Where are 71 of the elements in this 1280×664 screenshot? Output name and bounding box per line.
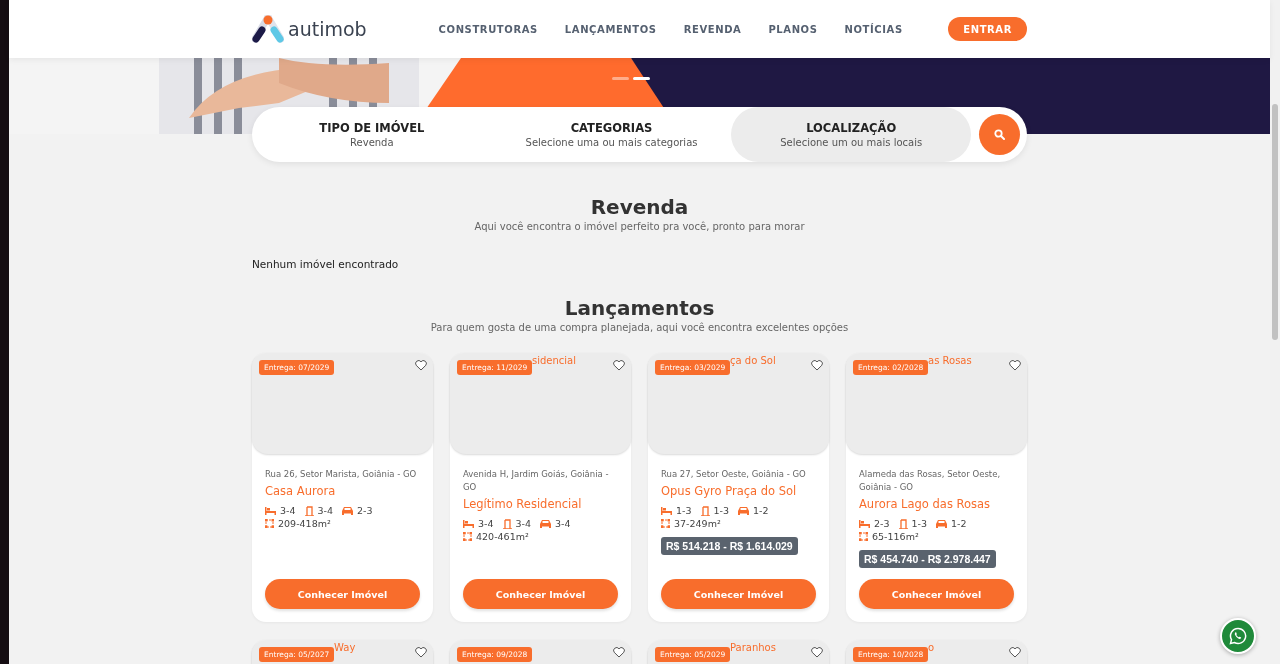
suites-count: 1-3 xyxy=(713,505,730,516)
image-alt-text: Paranhos xyxy=(730,642,776,653)
area-icon xyxy=(859,532,868,541)
search-filter[interactable]: TIPO DE IMÓVEL Revenda xyxy=(252,107,492,162)
area-icon xyxy=(463,532,472,541)
suites-count: 3-4 xyxy=(515,518,532,529)
search-button[interactable] xyxy=(979,114,1020,155)
door-icon xyxy=(502,518,512,529)
car-icon xyxy=(540,519,552,528)
bedrooms-count: 2-3 xyxy=(874,518,890,529)
search-filter[interactable]: CATEGORIAS Selecione uma ou mais categorias xyxy=(491,107,732,162)
door-icon xyxy=(898,518,908,529)
search-filter[interactable]: LOCALIZAÇÃO Selecione um ou mais locais xyxy=(731,107,971,162)
bed-icon xyxy=(463,519,474,528)
car-icon xyxy=(342,506,354,515)
bedrooms-count: 3-4 xyxy=(478,518,494,529)
image-alt-text: as Rosas xyxy=(928,355,972,366)
door-icon xyxy=(304,505,314,516)
door-icon xyxy=(700,505,710,516)
heart-icon[interactable] xyxy=(1009,647,1021,658)
price-range: R$ 454.740 - R$ 2.978.447 xyxy=(859,550,996,568)
bed-icon xyxy=(661,506,672,515)
section-subtitle: Aqui você encontra o imóvel perfeito pra você, pronto para morar xyxy=(474,221,805,232)
logo-text[interactable]: autimob xyxy=(288,18,367,40)
heart-icon[interactable] xyxy=(613,647,625,658)
heart-icon[interactable] xyxy=(811,360,823,371)
heart-icon[interactable] xyxy=(1009,360,1021,371)
image-alt-text: o xyxy=(928,642,935,653)
area-icon xyxy=(661,519,670,528)
suites-count: 3-4 xyxy=(317,505,334,516)
area-range: 420-461m² xyxy=(476,531,529,542)
heart-icon[interactable] xyxy=(415,360,427,371)
image-alt-text: sidencial xyxy=(532,355,576,366)
nav-link[interactable]: CONSTRUTORAS xyxy=(438,23,538,35)
parking-count: 2-3 xyxy=(357,505,373,516)
bedrooms-count: 3-4 xyxy=(280,505,296,516)
section-title: Lançamentos xyxy=(564,296,715,320)
bedrooms-count: 1-3 xyxy=(676,505,692,516)
heart-icon[interactable] xyxy=(613,360,625,371)
image-alt-text: Way xyxy=(334,642,356,653)
area-range: 209-418m² xyxy=(278,518,331,529)
property-address: Rua 26, Setor Marista, Goiânia - GO xyxy=(265,468,418,481)
bed-icon xyxy=(859,519,870,528)
search-icon xyxy=(994,129,1005,140)
heart-icon[interactable] xyxy=(415,647,427,658)
heart-icon[interactable] xyxy=(811,647,823,658)
area-icon xyxy=(265,519,274,528)
logo-icon[interactable] xyxy=(252,15,284,43)
car-icon xyxy=(738,506,750,515)
property-address: Rua 27, Setor Oeste, Goiânia - GO xyxy=(661,468,807,481)
area-range: 37-249m² xyxy=(674,518,721,529)
section-title: Revenda xyxy=(590,195,689,219)
chat-phone-icon xyxy=(1229,627,1247,645)
property-address: Alameda das Rosas, Setor Oeste, Goiânia - GO xyxy=(859,468,1002,494)
nav-link[interactable]: NOTÍCIAS xyxy=(844,23,903,35)
nav-link[interactable]: PLANOS xyxy=(768,23,818,35)
bed-icon xyxy=(265,506,276,515)
image-alt-text: ça do Sol xyxy=(730,355,776,366)
car-icon xyxy=(936,519,948,528)
area-range: 65-116m² xyxy=(872,531,919,542)
parking-count: 1-2 xyxy=(753,505,769,516)
section-subtitle: Para quem gosta de uma compra planejada, aqui você encontra excelentes opções xyxy=(430,322,849,333)
price-range: R$ 514.218 - R$ 1.614.029 xyxy=(661,537,798,555)
property-address: Avenida H, Jardim Goiás, Goiânia - GO xyxy=(463,468,610,494)
nav-link[interactable]: LANÇAMENTOS xyxy=(564,23,657,35)
parking-count: 1-2 xyxy=(951,518,967,529)
empty-message: Nenhum imóvel encontrado xyxy=(252,258,399,270)
whatsapp-button[interactable] xyxy=(1220,618,1256,654)
suites-count: 1-3 xyxy=(911,518,928,529)
nav-link[interactable]: REVENDA xyxy=(683,23,742,35)
parking-count: 3-4 xyxy=(555,518,571,529)
